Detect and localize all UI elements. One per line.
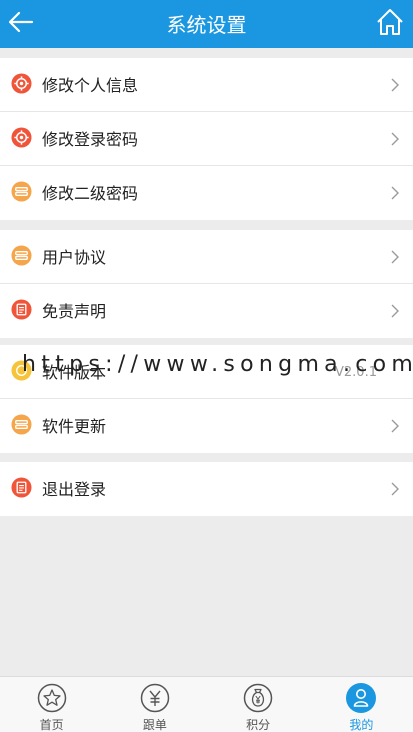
chevron-right-icon	[391, 304, 399, 318]
chevron-right-icon	[391, 419, 399, 433]
tab-label: 积分	[246, 718, 271, 732]
bottom-tab-bar: 首页 跟单 积分 我的	[0, 676, 413, 732]
money-bag-icon	[243, 683, 273, 713]
settings-item-user-agreement[interactable]: 用户协议	[0, 230, 413, 284]
chevron-right-icon	[391, 132, 399, 145]
settings-item-edit-profile[interactable]: 修改个人信息	[0, 58, 413, 112]
stack-icon	[11, 244, 32, 266]
settings-item-disclaimer[interactable]: 免责声明	[0, 284, 413, 338]
settings-item-label: 修改登录密码	[42, 130, 139, 149]
tab-label: 我的	[349, 718, 374, 732]
tab-follow-orders[interactable]: 跟单	[103, 677, 206, 732]
settings-item-label: 修改二级密码	[42, 184, 139, 203]
settings-item-change-secondary-password[interactable]: 修改二级密码	[0, 166, 413, 220]
yuan-coin-icon	[140, 683, 170, 713]
settings-item-change-login-password[interactable]: 修改登录密码	[0, 112, 413, 166]
settings-item-label: 修改个人信息	[42, 76, 139, 95]
star-icon	[37, 683, 66, 713]
tab-points[interactable]: 积分	[207, 677, 310, 732]
settings-item-logout[interactable]: 退出登录	[0, 462, 413, 516]
tab-home[interactable]: 首页	[0, 677, 103, 732]
settings-item-label: 退出登录	[42, 480, 107, 499]
settings-item-label: 软件更新	[42, 417, 107, 436]
page-title: 系统设置	[166, 13, 247, 37]
settings-item-label: 免责声明	[42, 302, 107, 321]
stack-icon	[11, 181, 32, 202]
chevron-right-icon	[391, 482, 399, 496]
document-icon	[11, 299, 32, 320]
gear-icon	[11, 126, 32, 148]
header-bar: 系统设置	[0, 0, 413, 48]
settings-group-legal: 用户协议 免责声明	[0, 230, 413, 338]
home-icon[interactable]	[375, 7, 405, 37]
tab-mine[interactable]: 我的	[310, 677, 413, 732]
user-icon	[346, 683, 377, 713]
settings-item-label: 用户协议	[42, 248, 107, 267]
chevron-right-icon	[391, 78, 399, 91]
tab-label: 首页	[39, 718, 64, 732]
tab-label: 跟单	[142, 718, 167, 732]
stack-icon	[11, 414, 32, 435]
settings-item-software-update[interactable]: 软件更新	[0, 399, 413, 453]
chevron-right-icon	[391, 250, 399, 263]
settings-group-account: 修改个人信息 修改登录密码 修改二级密码	[0, 58, 413, 220]
gear-icon	[11, 72, 32, 94]
settings-group-logout: 退出登录	[0, 462, 413, 516]
watermark-text: https://www.songma.com	[22, 352, 413, 377]
chevron-right-icon	[391, 186, 399, 200]
document-icon	[11, 477, 32, 498]
